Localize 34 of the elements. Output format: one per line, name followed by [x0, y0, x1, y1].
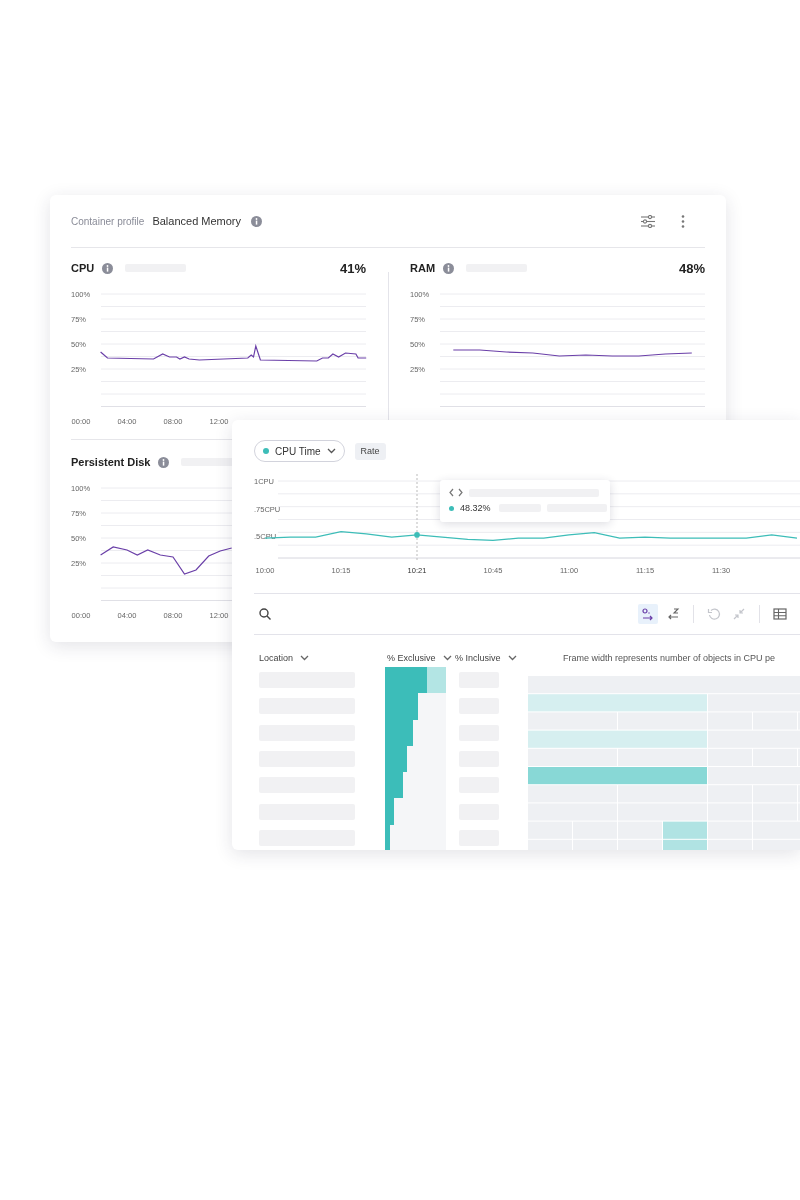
metric-dropdown[interactable]: CPU Time [254, 440, 345, 462]
data-point [414, 532, 420, 538]
chevron-down-icon [507, 655, 517, 661]
info-icon [158, 456, 170, 468]
search-icon[interactable] [259, 608, 271, 620]
chevron-down-icon [326, 448, 336, 454]
profile-label: Container profile [71, 215, 145, 227]
sliders-icon[interactable] [641, 214, 655, 228]
column-header[interactable]: % Inclusive [455, 653, 523, 663]
sort-arrow-icon [666, 607, 680, 621]
column-header[interactable]: Location [259, 653, 387, 663]
metric-title: CPU [71, 262, 95, 274]
more-icon[interactable] [681, 214, 685, 228]
metric-title: Persistent Disk [71, 456, 151, 468]
info-icon [251, 215, 263, 227]
rate-chip[interactable]: Rate [354, 442, 386, 460]
collapse-icon [732, 607, 746, 621]
tooltip-value: 48.32% [460, 503, 491, 513]
metric-value: 48% [678, 260, 705, 276]
chevron-down-icon [300, 655, 310, 661]
metric-value: 41% [339, 260, 366, 276]
profile-value: Balanced Memory [152, 215, 242, 227]
metric-title: RAM [410, 262, 436, 274]
sort-arrow-button[interactable] [638, 604, 658, 624]
code-icon [449, 488, 463, 497]
table-icon [773, 607, 787, 621]
undo-icon [707, 607, 721, 621]
info-icon [102, 262, 114, 274]
flame-caption: Frame width represents number of objects in CPU pe [563, 653, 776, 663]
chevron-down-icon [442, 655, 452, 661]
column-header[interactable]: % Exclusive [387, 653, 455, 663]
legend-dot [449, 505, 454, 511]
info-icon [443, 262, 455, 274]
sort-arrow-icon [641, 607, 655, 621]
